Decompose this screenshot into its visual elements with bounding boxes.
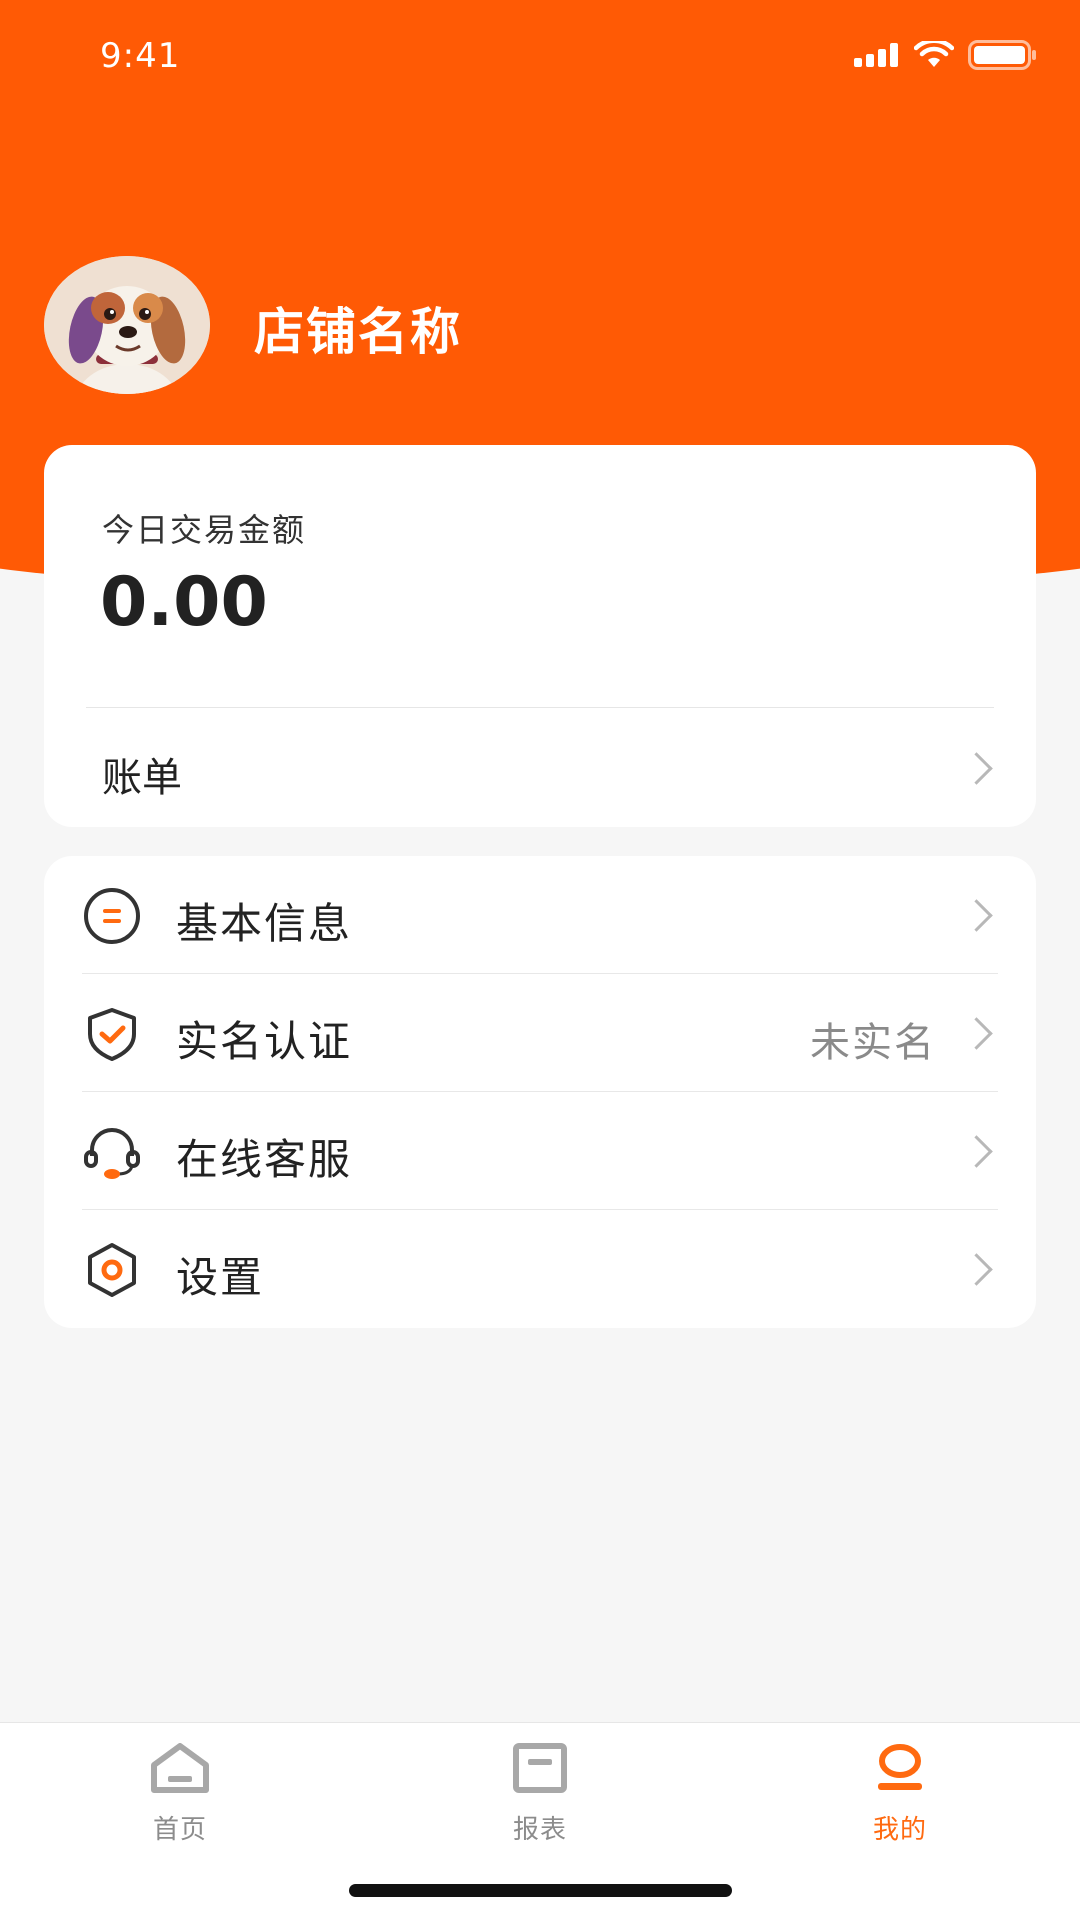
battery-icon xyxy=(968,40,1036,70)
tab-report[interactable]: 报表 xyxy=(440,1743,640,1853)
report-icon xyxy=(513,1743,567,1793)
hexagon-settings-icon xyxy=(88,1243,136,1297)
home-icon xyxy=(151,1743,209,1793)
menu-item-customer-service[interactable]: 在线客服 xyxy=(44,1092,1036,1210)
status-time: 9:41 xyxy=(100,36,181,76)
today-amount-value: 0.00 xyxy=(100,563,268,642)
dog-avatar-icon xyxy=(44,256,210,394)
tab-label: 我的 xyxy=(872,1815,927,1845)
home-indicator xyxy=(349,1884,732,1897)
tab-mine[interactable]: 我的 xyxy=(800,1743,1000,1853)
chevron-right-icon xyxy=(960,1017,993,1050)
status-icons xyxy=(854,40,1038,70)
signal-icon xyxy=(854,43,898,67)
menu-item-settings[interactable]: 设置 xyxy=(44,1210,1036,1328)
profile-icon xyxy=(878,1744,922,1790)
chevron-right-icon xyxy=(960,899,993,932)
tab-home[interactable]: 首页 xyxy=(80,1743,280,1853)
menu-item-label: 基本信息 xyxy=(176,899,353,948)
tab-label: 报表 xyxy=(512,1815,567,1845)
menu-item-label: 实名认证 xyxy=(176,1017,353,1066)
headset-icon xyxy=(84,1128,140,1179)
bill-row[interactable]: 账单 xyxy=(44,707,1036,827)
avatar[interactable] xyxy=(44,256,210,394)
chevron-right-icon xyxy=(960,1253,993,1286)
shield-check-icon xyxy=(88,1008,136,1061)
chevron-right-icon xyxy=(960,752,993,785)
shop-name: 店铺名称 xyxy=(254,303,462,361)
verification-status: 未实名 xyxy=(810,1020,936,1066)
tab-label: 首页 xyxy=(152,1815,207,1845)
menu-card: 基本信息 实名认证 未实名 在线客服 设置 xyxy=(44,856,1036,1328)
wifi-icon xyxy=(914,41,954,67)
menu-item-real-name[interactable]: 实名认证 未实名 xyxy=(44,974,1036,1092)
menu-item-label: 设置 xyxy=(176,1253,265,1302)
chevron-right-icon xyxy=(960,1135,993,1168)
today-amount-label: 今日交易金额 xyxy=(102,511,307,549)
menu-item-label: 在线客服 xyxy=(176,1135,353,1184)
today-summary-card: 今日交易金额 0.00 账单 xyxy=(44,445,1036,827)
info-list-icon xyxy=(84,888,140,944)
menu-item-basic-info[interactable]: 基本信息 xyxy=(44,856,1036,974)
bill-label: 账单 xyxy=(102,755,182,801)
profile-screen: 9:41 店铺名称 今日交易金额 0.00 账单 基本信息 实名认证 未实名 在… xyxy=(0,0,1080,1920)
status-bar: 9:41 xyxy=(0,0,1080,110)
